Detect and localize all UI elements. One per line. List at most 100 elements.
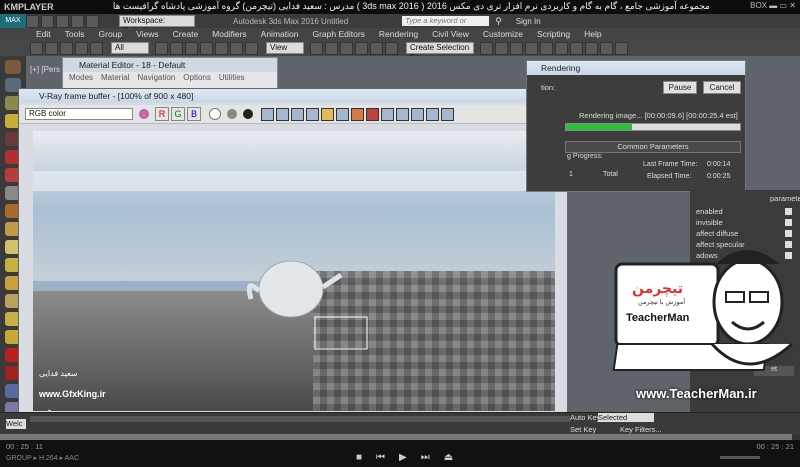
spinner-snap-icon[interactable]	[370, 41, 383, 55]
move-icon[interactable]	[215, 41, 228, 55]
menu-help[interactable]: Help	[584, 29, 601, 39]
prev-icon[interactable]: ⏮	[376, 452, 385, 463]
render-setup-icon[interactable]	[585, 41, 598, 55]
menu-navigation[interactable]: Navigation	[137, 72, 175, 84]
bind-icon[interactable]	[90, 41, 103, 55]
search-input[interactable]: Type a keyword or phrase	[402, 16, 490, 35]
volume-slider[interactable]	[720, 456, 760, 459]
tool-icon-1[interactable]	[5, 60, 21, 74]
workspace-select[interactable]: Workspace: Default	[119, 15, 195, 35]
sign-in-link[interactable]: Sign In	[516, 17, 541, 26]
alpha-icon[interactable]	[243, 109, 253, 119]
clear-icon[interactable]	[306, 107, 319, 121]
search-icon[interactable]: ⚲	[495, 16, 502, 27]
cancel-button[interactable]: Cancel	[703, 81, 741, 94]
graphite-icon[interactable]	[525, 41, 538, 55]
window-crossing-icon[interactable]	[200, 41, 213, 55]
align-icon[interactable]	[495, 41, 508, 55]
menu-views[interactable]: Views	[136, 29, 159, 39]
menu-utilities[interactable]: Utilities	[219, 72, 245, 84]
menu-tools[interactable]: Tools	[65, 29, 85, 39]
mirror-icon[interactable]	[480, 41, 493, 55]
open-icon[interactable]	[41, 14, 54, 28]
color-correction-icon[interactable]	[381, 107, 394, 121]
next-icon[interactable]: ⏭	[421, 452, 430, 463]
selected-select[interactable]: Selected	[598, 413, 654, 422]
menu-customize[interactable]: Customize	[483, 29, 523, 39]
material-editor-icon[interactable]	[570, 41, 583, 55]
parameters-rollout[interactable]: parameters	[770, 194, 800, 203]
history-icon[interactable]	[441, 107, 454, 121]
curve-editor-icon[interactable]	[540, 41, 553, 55]
pivot-icon[interactable]	[310, 41, 323, 55]
menu-options[interactable]: Options	[183, 72, 211, 84]
layers-icon[interactable]	[510, 41, 523, 55]
mono-icon[interactable]	[227, 109, 237, 119]
region-render-icon[interactable]	[336, 107, 349, 121]
menu-material[interactable]: Material	[101, 72, 129, 84]
welcome-field[interactable]: Welc	[6, 419, 26, 429]
render-last-icon[interactable]	[366, 107, 379, 121]
menu-civil-view[interactable]: Civil View	[432, 29, 469, 39]
set-key-button[interactable]: Set Key	[570, 425, 596, 434]
key-filters-button[interactable]: Key Filters...	[620, 425, 662, 434]
load-image-icon[interactable]	[276, 107, 289, 121]
scale-icon[interactable]	[245, 41, 258, 55]
color-picker-icon[interactable]	[139, 109, 149, 119]
redo-tool-icon[interactable]	[45, 41, 58, 55]
link-vfb-icon[interactable]	[351, 107, 364, 121]
named-selection-select[interactable]: Create Selection Se	[406, 42, 474, 62]
link-icon[interactable]	[60, 41, 73, 55]
menu-modes[interactable]: Modes	[69, 72, 93, 84]
percent-snap-icon[interactable]	[355, 41, 368, 55]
select-icon[interactable]	[155, 41, 168, 55]
rendered-image[interactable]: ➤	[33, 131, 555, 411]
menu-edit[interactable]: Edit	[36, 29, 51, 39]
menu-graph-editors[interactable]: Graph Editors	[312, 29, 364, 39]
white-mono-icon[interactable]	[209, 108, 221, 120]
common-params-header[interactable]: Common Parameters	[565, 141, 741, 153]
redo-icon[interactable]	[86, 14, 99, 28]
copy-icon[interactable]	[291, 107, 304, 121]
menu-create[interactable]: Create	[173, 29, 199, 39]
check-affect-diffuse[interactable]: affect diffuse	[696, 228, 796, 239]
undo-icon[interactable]	[71, 14, 84, 28]
rotate-icon[interactable]	[230, 41, 243, 55]
edit-named-sel-icon[interactable]	[385, 41, 398, 55]
filter-select[interactable]: All	[111, 42, 149, 54]
select-by-name-icon[interactable]	[170, 41, 183, 55]
new-icon[interactable]	[26, 14, 39, 28]
save-icon[interactable]	[56, 14, 69, 28]
red-channel-button[interactable]: R	[155, 107, 169, 121]
undo-tool-icon[interactable]	[30, 41, 43, 55]
stop-icon[interactable]: ■	[356, 452, 362, 463]
blue-channel-button[interactable]: B	[187, 107, 201, 121]
reference-coord-select[interactable]: View	[266, 42, 304, 54]
play-icon[interactable]: ▶	[399, 452, 407, 463]
angle-snap-icon[interactable]	[340, 41, 353, 55]
player-seek-bar[interactable]	[0, 434, 800, 440]
menu-modifiers[interactable]: Modifiers	[212, 29, 246, 39]
check-enabled[interactable]: enabled	[696, 206, 796, 217]
channel-select[interactable]: RGB color	[25, 108, 133, 120]
player-window-controls[interactable]: BOX ▬ ▭ ✕	[750, 1, 796, 10]
unlink-icon[interactable]	[75, 41, 88, 55]
teapot-icon[interactable]	[426, 107, 439, 121]
render-icon[interactable]	[615, 41, 628, 55]
track-mouse-icon[interactable]	[321, 107, 334, 121]
menu-rendering[interactable]: Rendering	[379, 29, 418, 39]
save-image-icon[interactable]	[261, 107, 274, 121]
max-logo[interactable]: MAX	[0, 14, 26, 28]
pixel-info-icon[interactable]	[411, 107, 424, 121]
auto-key-button[interactable]: Auto Key	[570, 413, 600, 422]
menu-group[interactable]: Group	[99, 29, 123, 39]
viewport-label[interactable]: [+] [Pers	[30, 65, 60, 74]
menu-scripting[interactable]: Scripting	[537, 29, 570, 39]
check-invisible[interactable]: invisible	[696, 217, 796, 228]
menu-animation[interactable]: Animation	[261, 29, 299, 39]
eject-icon[interactable]: ⏏	[444, 452, 453, 463]
rect-select-icon[interactable]	[185, 41, 198, 55]
schematic-icon[interactable]	[555, 41, 568, 55]
time-slider[interactable]	[30, 416, 570, 422]
pause-button[interactable]: Pause	[663, 81, 697, 94]
